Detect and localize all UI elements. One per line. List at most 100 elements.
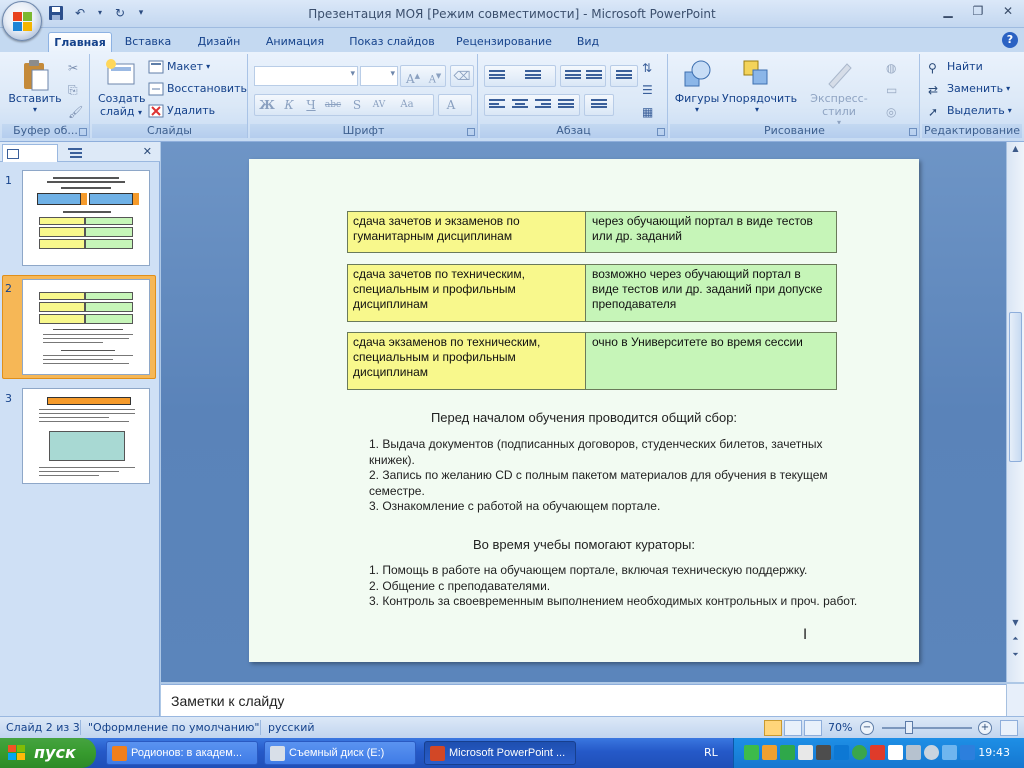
notes-scrollbar[interactable]: [1006, 684, 1024, 716]
shape-effects-icon[interactable]: ◎: [886, 102, 902, 120]
scroll-thumb[interactable]: [1009, 312, 1022, 462]
close-icon[interactable]: ✕: [1000, 4, 1016, 20]
tray-app-icon[interactable]: [780, 745, 795, 760]
tray-app-icon[interactable]: [852, 745, 867, 760]
fit-to-window-button[interactable]: [1000, 720, 1018, 736]
office-button[interactable]: [2, 1, 42, 41]
strikethrough-icon[interactable]: abc: [323, 95, 343, 115]
taskbar-item-removable-disk[interactable]: Съемный диск (E:): [264, 741, 416, 765]
reset-button[interactable]: Восстановить: [148, 80, 247, 98]
language-indicator[interactable]: русский: [268, 721, 315, 734]
paste-button[interactable]: Вставить ▾: [6, 58, 64, 114]
dialog-launcher-icon[interactable]: [467, 128, 475, 136]
numbering-icon[interactable]: [525, 70, 541, 82]
replace-button[interactable]: ⇄ Заменить ▾: [928, 80, 1010, 98]
taskbar-item-browser[interactable]: Родионов: в академ...: [106, 741, 258, 765]
tray-app-icon[interactable]: [798, 745, 813, 760]
table-row[interactable]: сдача зачетов по техническим, специальны…: [347, 264, 837, 322]
layout-button[interactable]: Макет ▾: [148, 58, 210, 76]
align-text-icon[interactable]: ☰: [642, 80, 658, 98]
zoom-level[interactable]: 70%: [828, 721, 852, 734]
tab-view[interactable]: Вид: [570, 32, 606, 52]
spacing-icon[interactable]: AV: [369, 95, 389, 115]
new-slide-button[interactable]: Создать слайд ▾: [98, 58, 146, 118]
line-spacing-icon[interactable]: [616, 70, 632, 82]
tray-app-icon[interactable]: [888, 745, 903, 760]
tab-animation[interactable]: Анимация: [260, 32, 330, 52]
scroll-up-icon[interactable]: ▲: [1009, 144, 1022, 158]
format-painter-button[interactable]: 🖌: [68, 102, 84, 120]
slide-thumbnail-3[interactable]: [22, 388, 150, 484]
slideshow-view-button[interactable]: [804, 720, 822, 736]
text-direction-icon[interactable]: ⇅: [642, 58, 658, 76]
shadow-icon[interactable]: S: [347, 95, 367, 115]
normal-view-button[interactable]: [764, 720, 782, 736]
shapes-button[interactable]: Фигуры ▾: [674, 58, 720, 114]
increase-indent-icon[interactable]: [586, 70, 602, 82]
tray-app-icon[interactable]: [744, 745, 759, 760]
notes-pane[interactable]: Заметки к слайду: [161, 684, 1006, 716]
align-center-icon[interactable]: [512, 99, 528, 111]
align-left-icon[interactable]: [489, 99, 505, 111]
delete-slide-button[interactable]: Удалить: [148, 102, 215, 120]
tab-review[interactable]: Рецензирование: [452, 32, 556, 52]
tab-home[interactable]: Главная: [48, 32, 112, 52]
vertical-scrollbar[interactable]: ▲ ▼ ⏶ ⏷: [1006, 142, 1024, 682]
shape-fill-icon[interactable]: ◍: [886, 58, 902, 76]
shape-outline-icon[interactable]: ▭: [886, 80, 902, 98]
tray-app-icon[interactable]: [960, 745, 975, 760]
cut-button[interactable]: ✂: [68, 58, 84, 76]
font-size-combo[interactable]: [360, 66, 398, 86]
help-icon[interactable]: ?: [1002, 32, 1018, 48]
table-row[interactable]: сдача зачетов и экзаменов по гуманитарны…: [347, 211, 837, 253]
columns-icon[interactable]: [591, 99, 607, 111]
shrink-font-icon[interactable]: A▼: [425, 66, 445, 86]
zoom-out-icon[interactable]: −: [860, 721, 874, 735]
scroll-down-icon[interactable]: ▼: [1009, 618, 1022, 632]
tray-app-icon[interactable]: [816, 745, 831, 760]
start-button[interactable]: пуск: [0, 738, 96, 768]
restore-icon[interactable]: ❐: [970, 4, 986, 20]
zoom-in-icon[interactable]: +: [978, 721, 992, 735]
taskbar-item-powerpoint[interactable]: Microsoft PowerPoint ...: [424, 741, 576, 765]
current-slide[interactable]: сдача зачетов и экзаменов по гуманитарны…: [249, 159, 919, 662]
keyboard-language[interactable]: RL: [704, 746, 718, 759]
decrease-indent-icon[interactable]: [565, 70, 581, 82]
bullets-icon[interactable]: [489, 70, 505, 82]
tray-app-icon[interactable]: [762, 745, 777, 760]
dialog-launcher-icon[interactable]: [79, 128, 87, 136]
select-button[interactable]: ➚ Выделить ▾: [928, 102, 1012, 120]
table-row[interactable]: сдача экзаменов по техническим, специаль…: [347, 332, 837, 390]
italic-icon[interactable]: К: [279, 95, 299, 115]
minimize-icon[interactable]: ▁: [940, 4, 956, 20]
grow-font-icon[interactable]: A▲: [403, 66, 423, 86]
network-icon[interactable]: [906, 745, 921, 760]
tab-design[interactable]: Дизайн: [192, 32, 246, 52]
tab-insert[interactable]: Вставка: [118, 32, 178, 52]
tab-slideshow[interactable]: Показ слайдов: [346, 32, 438, 52]
tray-app-icon[interactable]: [834, 745, 849, 760]
copy-button[interactable]: ⎘: [68, 80, 84, 98]
slide-sorter-view-button[interactable]: [784, 720, 802, 736]
dialog-launcher-icon[interactable]: [657, 128, 665, 136]
tray-app-icon[interactable]: [870, 745, 885, 760]
arrange-button[interactable]: Упорядочить ▾: [722, 58, 797, 114]
change-case-icon[interactable]: Aa: [397, 95, 417, 115]
align-right-icon[interactable]: [535, 99, 551, 111]
zoom-slider-track[interactable]: [882, 727, 972, 729]
list-block-1[interactable]: 1. Выдача документов (подписанных догово…: [369, 437, 859, 515]
quick-styles-button[interactable]: Экспресс-стили ▾: [794, 58, 884, 127]
clear-formatting-icon[interactable]: ⌫: [452, 66, 472, 86]
find-button[interactable]: ⚲ Найти: [928, 58, 983, 76]
previous-slide-icon[interactable]: ⏶: [1009, 634, 1022, 648]
bold-icon[interactable]: Ж: [257, 95, 277, 115]
justify-icon[interactable]: [558, 99, 574, 111]
list-block-2[interactable]: 1. Помощь в работе на обучающем портале,…: [369, 563, 869, 610]
volume-icon[interactable]: [924, 745, 939, 760]
font-color-icon[interactable]: A: [441, 95, 461, 115]
smartart-icon[interactable]: ▦: [642, 102, 658, 120]
underline-icon[interactable]: Ч: [301, 95, 321, 115]
slide-thumbnail-1[interactable]: [22, 170, 150, 266]
zoom-slider-knob[interactable]: [905, 721, 913, 734]
dialog-launcher-icon[interactable]: [909, 128, 917, 136]
